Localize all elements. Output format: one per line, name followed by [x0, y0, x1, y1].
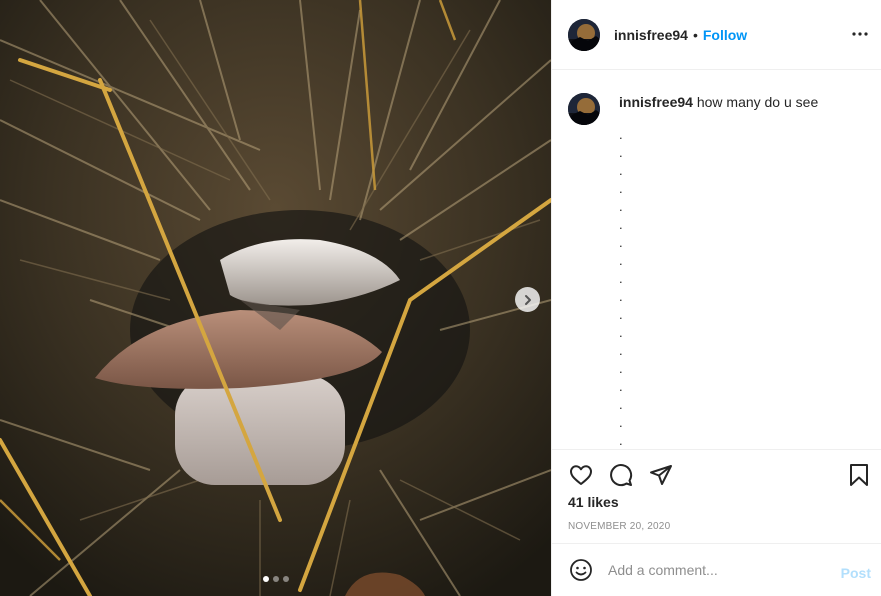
caption-dots: .................. [619, 126, 866, 450]
caption: innisfree94 how many do u see [568, 93, 866, 125]
more-options-icon [852, 32, 868, 36]
caption-dot-line: . [619, 289, 623, 304]
caption-dot-line: . [619, 253, 623, 268]
post-side-panel: innisfree94 • Follow innisfree94 how man… [551, 0, 881, 596]
caption-username[interactable]: innisfree94 [619, 94, 693, 110]
carousel-indicator [0, 576, 551, 582]
post-photo [0, 0, 551, 596]
caption-dot-line: . [619, 181, 623, 196]
carousel-dot [272, 576, 279, 582]
comments-area: innisfree94 how many do u see ..........… [552, 71, 881, 449]
emoji-icon [570, 559, 592, 581]
caption-dot-line: . [619, 415, 623, 430]
save-button[interactable] [846, 462, 872, 488]
caption-dot-line: . [619, 361, 623, 376]
caption-dot-line: . [619, 127, 623, 142]
more-options-button[interactable] [850, 24, 870, 44]
carousel-dot [262, 576, 269, 582]
caption-dot-line: . [619, 379, 623, 394]
avatar-image [568, 93, 600, 125]
follow-button[interactable]: Follow [703, 27, 747, 43]
emoji-button[interactable] [568, 557, 594, 583]
post-media[interactable] [0, 0, 551, 596]
post-header: innisfree94 • Follow [552, 0, 881, 70]
caption-dot-line: . [619, 163, 623, 178]
comment-icon [610, 463, 633, 486]
carousel-dot [282, 576, 289, 582]
caption-dot-line: . [619, 217, 623, 232]
carousel-next-button[interactable] [515, 287, 540, 312]
caption-dot-line: . [619, 235, 623, 250]
share-button[interactable] [648, 462, 674, 488]
bookmark-icon [850, 464, 868, 486]
avatar[interactable] [568, 93, 600, 125]
avatar[interactable] [568, 18, 600, 51]
caption-dot-line: . [619, 433, 623, 448]
like-button[interactable] [568, 462, 594, 488]
caption-dot-line: . [619, 199, 623, 214]
post-dialog: innisfree94 • Follow innisfree94 how man… [0, 0, 881, 596]
caption-dot-line: . [619, 271, 623, 286]
caption-dot-line: . [619, 343, 623, 358]
share-icon [650, 464, 672, 485]
caption-dot-line: . [619, 397, 623, 412]
comment-button[interactable] [608, 462, 634, 488]
add-comment-bar: Post [552, 543, 881, 596]
post-comment-button[interactable]: Post [841, 565, 871, 581]
likes-count[interactable]: 41 likes [568, 494, 619, 510]
post-date: NOVEMBER 20, 2020 [568, 521, 671, 532]
caption-dot-line: . [619, 307, 623, 322]
avatar-image [568, 18, 600, 51]
caption-text: how many do u see [696, 94, 819, 110]
separator: • [692, 26, 698, 43]
caption-dot-line: . [619, 325, 623, 340]
caption-body: innisfree94 how many do u see [619, 93, 818, 111]
heart-icon [570, 464, 592, 485]
username-link[interactable]: innisfree94 [614, 27, 688, 43]
action-bar [552, 449, 881, 499]
comment-input[interactable] [608, 562, 828, 578]
chevron-right-icon [524, 294, 531, 305]
caption-dot-line: . [619, 145, 623, 160]
